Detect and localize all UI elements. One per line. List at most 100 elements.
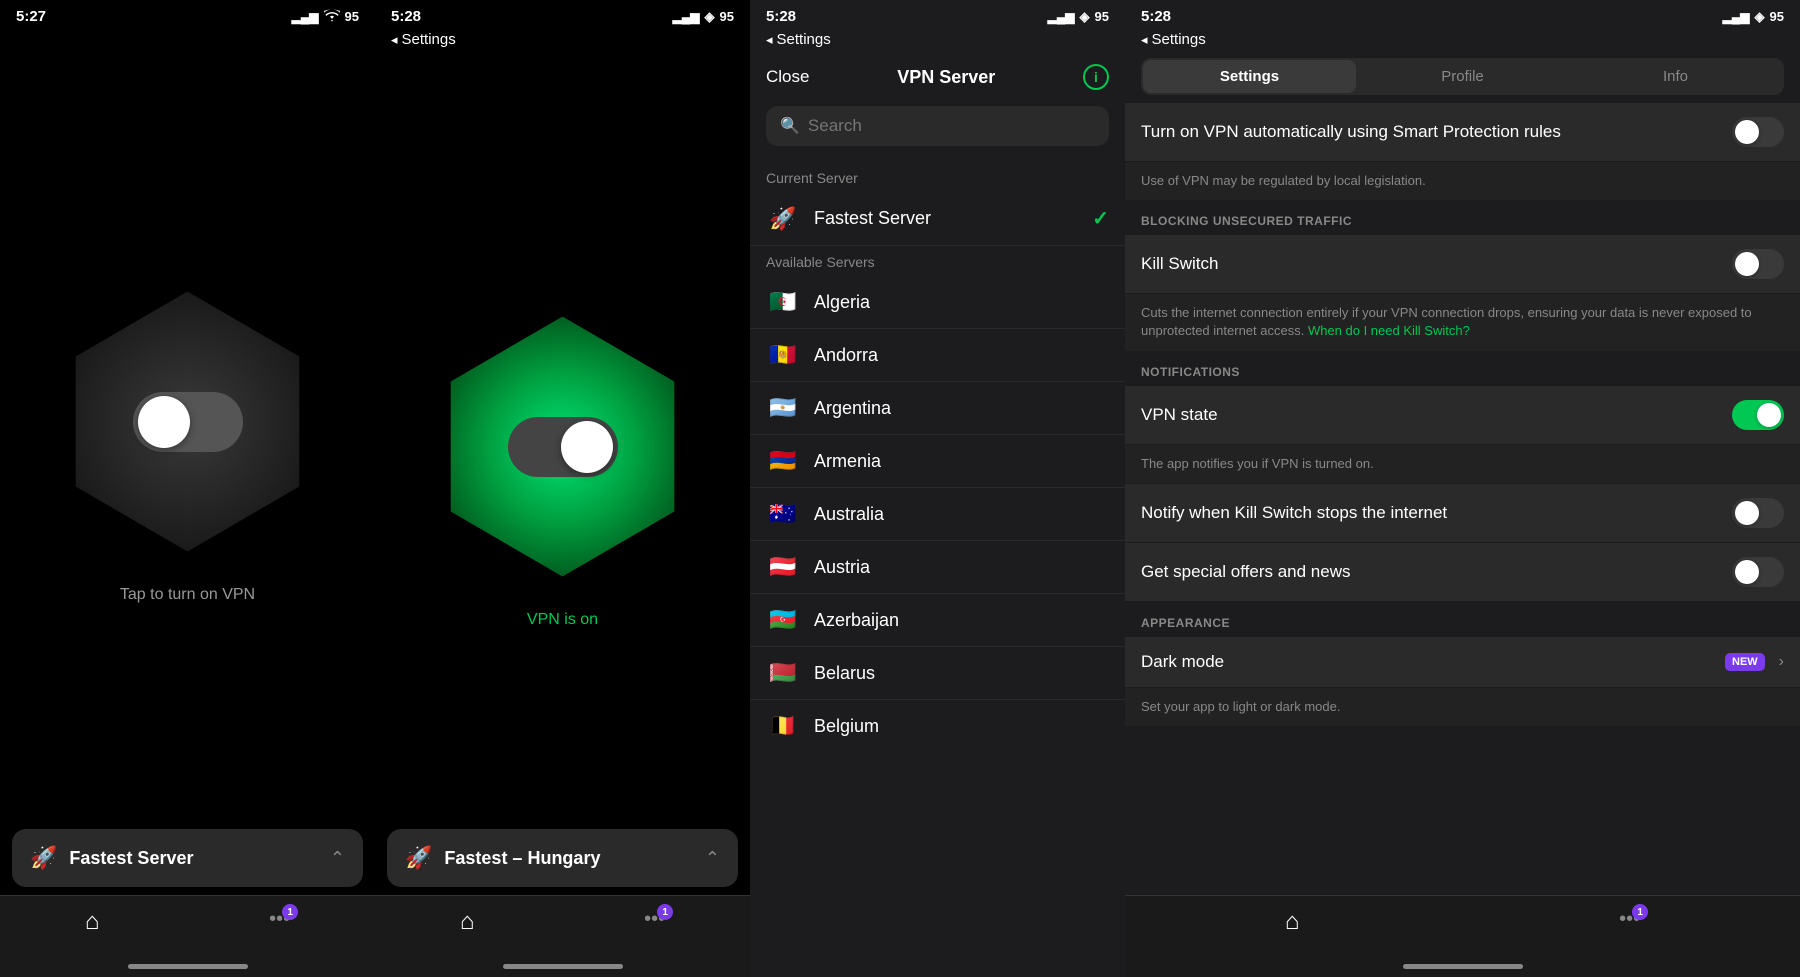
server-item-name: Armenia	[814, 451, 1109, 472]
vpn-state-desc-box: The app notifies you if VPN is turned on…	[1125, 445, 1800, 483]
auto-vpn-toggle[interactable]	[1732, 117, 1784, 147]
back-chevron-2: ◂	[391, 32, 398, 48]
server-item-name: Algeria	[814, 292, 1109, 313]
dark-mode-desc-box: Set your app to light or dark mode.	[1125, 688, 1800, 726]
current-section-label: Current Server	[750, 162, 1125, 192]
server-item-name: Australia	[814, 504, 1109, 525]
server-bar-left-2: 🚀 Fastest – Hungary	[405, 845, 600, 871]
close-button[interactable]: Close	[766, 67, 809, 87]
home-icon-2: ⌂	[460, 908, 475, 936]
signal-icon-2: ▂▄▆	[673, 10, 700, 24]
dark-mode-row[interactable]: Dark mode NEW ›	[1125, 637, 1800, 687]
kill-switch-notify-toggle[interactable]	[1732, 498, 1784, 528]
tab-home-1[interactable]: ⌂	[85, 908, 100, 936]
screen-settings: 5:28 ▂▄▆ ◈ 95 ◂ Settings Settings Profil…	[1125, 0, 1800, 977]
back-nav-3[interactable]: ◂ Settings	[750, 29, 1125, 54]
special-offers-toggle[interactable]	[1732, 557, 1784, 587]
flag-icon: 🇧🇪	[766, 714, 800, 738]
server-name-1: Fastest Server	[69, 848, 193, 869]
kill-switch-desc-box: Cuts the internet connection entirely if…	[1125, 294, 1800, 350]
wifi-icon-3: ◈	[1080, 9, 1090, 25]
home-icon-4: ⌂	[1285, 908, 1300, 936]
auto-vpn-label: Turn on VPN automatically using Smart Pr…	[1141, 121, 1561, 143]
back-label-2: Settings	[402, 31, 456, 48]
signal-icon-3: ▂▄▆	[1048, 10, 1075, 24]
tab-menu-4[interactable]: ••• 1	[1619, 908, 1640, 931]
auto-vpn-row: Turn on VPN automatically using Smart Pr…	[1125, 103, 1800, 161]
flag-icon: 🇦🇩	[766, 343, 800, 367]
hexagon-off[interactable]	[48, 282, 328, 562]
tab-badge-2: 1	[657, 904, 673, 920]
screen-vpn-off: 5:27 ▂▄▆ 95 Tap to turn on VPN 🚀 Fastest…	[0, 0, 375, 977]
status-icons-3: ▂▄▆ ◈ 95	[1048, 9, 1109, 25]
tab-menu-2[interactable]: ••• 1	[644, 908, 665, 931]
kill-switch-row: Kill Switch	[1125, 235, 1800, 293]
server-bar-1[interactable]: 🚀 Fastest Server ⌃	[12, 829, 363, 887]
rocket-icon-1: 🚀	[30, 845, 57, 871]
flag-icon: 🇦🇿	[766, 608, 800, 632]
server-item-name: Belarus	[814, 663, 1109, 684]
search-bar[interactable]: 🔍	[766, 106, 1109, 146]
tab-badge-4: 1	[1632, 904, 1648, 920]
kill-switch-toggle[interactable]	[1732, 249, 1784, 279]
home-indicator-1	[128, 964, 248, 969]
home-indicator-4	[1403, 964, 1523, 969]
server-list-item[interactable]: 🇦🇹 Austria	[750, 541, 1125, 594]
signal-icon-4: ▂▄▆	[1723, 10, 1750, 24]
dark-mode-label: Dark mode	[1141, 651, 1224, 673]
wifi-icon-4: ◈	[1755, 9, 1765, 25]
info-button[interactable]: i	[1083, 64, 1109, 90]
server-item-name: Azerbaijan	[814, 610, 1109, 631]
current-server-icon: 🚀	[766, 207, 800, 231]
tab-info[interactable]: Info	[1569, 60, 1782, 93]
vpn-state-toggle[interactable]	[1732, 400, 1784, 430]
server-item-name: Andorra	[814, 345, 1109, 366]
tab-menu-1[interactable]: ••• 1	[269, 908, 290, 931]
vpn-toggle-on[interactable]	[508, 417, 618, 477]
back-nav-2[interactable]: ◂ Settings	[375, 29, 750, 54]
tab-settings[interactable]: Settings	[1143, 60, 1356, 93]
server-list-item[interactable]: 🇩🇿 Algeria	[750, 276, 1125, 329]
server-list-item[interactable]: 🇧🇾 Belarus	[750, 647, 1125, 700]
search-input[interactable]	[808, 116, 1095, 136]
auto-vpn-desc-box: Use of VPN may be regulated by local leg…	[1125, 162, 1800, 200]
battery-4: 95	[1770, 9, 1784, 24]
dark-mode-chevron: ›	[1779, 653, 1784, 671]
signal-icon-1: ▂▄▆	[292, 10, 319, 24]
server-bar-left-1: 🚀 Fastest Server	[30, 845, 193, 871]
kill-switch-notify-label: Notify when Kill Switch stops the intern…	[1141, 502, 1447, 524]
flag-icon: 🇦🇲	[766, 449, 800, 473]
hexagon-on[interactable]	[423, 307, 703, 587]
tab-home-4[interactable]: ⌂	[1285, 908, 1300, 936]
server-list-item[interactable]: 🇦🇺 Australia	[750, 488, 1125, 541]
back-label-3: Settings	[777, 31, 831, 48]
status-bar-3: 5:28 ▂▄▆ ◈ 95	[750, 0, 1125, 29]
back-nav-4[interactable]: ◂ Settings	[1125, 29, 1800, 54]
kill-switch-desc: Cuts the internet connection entirely if…	[1141, 304, 1784, 340]
tab-home-2[interactable]: ⌂	[460, 908, 475, 936]
kill-switch-link[interactable]: When do I need Kill Switch?	[1308, 323, 1470, 338]
server-list-item[interactable]: 🇧🇪 Belgium	[750, 700, 1125, 752]
current-server-name: Fastest Server	[814, 208, 1078, 229]
current-server-item[interactable]: 🚀 Fastest Server ✓	[750, 192, 1125, 246]
flag-icon: 🇧🇾	[766, 661, 800, 685]
server-list-item[interactable]: 🇦🇩 Andorra	[750, 329, 1125, 382]
settings-content: Turn on VPN automatically using Smart Pr…	[1125, 95, 1800, 942]
server-list-item[interactable]: 🇦🇲 Armenia	[750, 435, 1125, 488]
battery-3: 95	[1095, 9, 1109, 24]
tab-profile[interactable]: Profile	[1356, 60, 1569, 93]
server-list-item[interactable]: 🇦🇷 Argentina	[750, 382, 1125, 435]
time-3: 5:28	[766, 8, 796, 25]
toggle-knob-on	[561, 421, 613, 473]
wifi-icon-2: ◈	[705, 9, 715, 25]
server-bar-2[interactable]: 🚀 Fastest – Hungary ⌃	[387, 829, 738, 887]
server-chevron-2: ⌃	[705, 848, 720, 869]
server-list-item[interactable]: 🇦🇿 Azerbaijan	[750, 594, 1125, 647]
vpn-status-text-off: Tap to turn on VPN	[120, 586, 255, 604]
back-chevron-4: ◂	[1141, 32, 1148, 48]
vpn-toggle-off[interactable]	[133, 392, 243, 452]
kill-switch-label: Kill Switch	[1141, 253, 1218, 275]
notifications-section-header: NOTIFICATIONS	[1125, 351, 1800, 385]
tab-badge-1: 1	[282, 904, 298, 920]
status-icons-1: ▂▄▆ 95	[292, 9, 359, 25]
